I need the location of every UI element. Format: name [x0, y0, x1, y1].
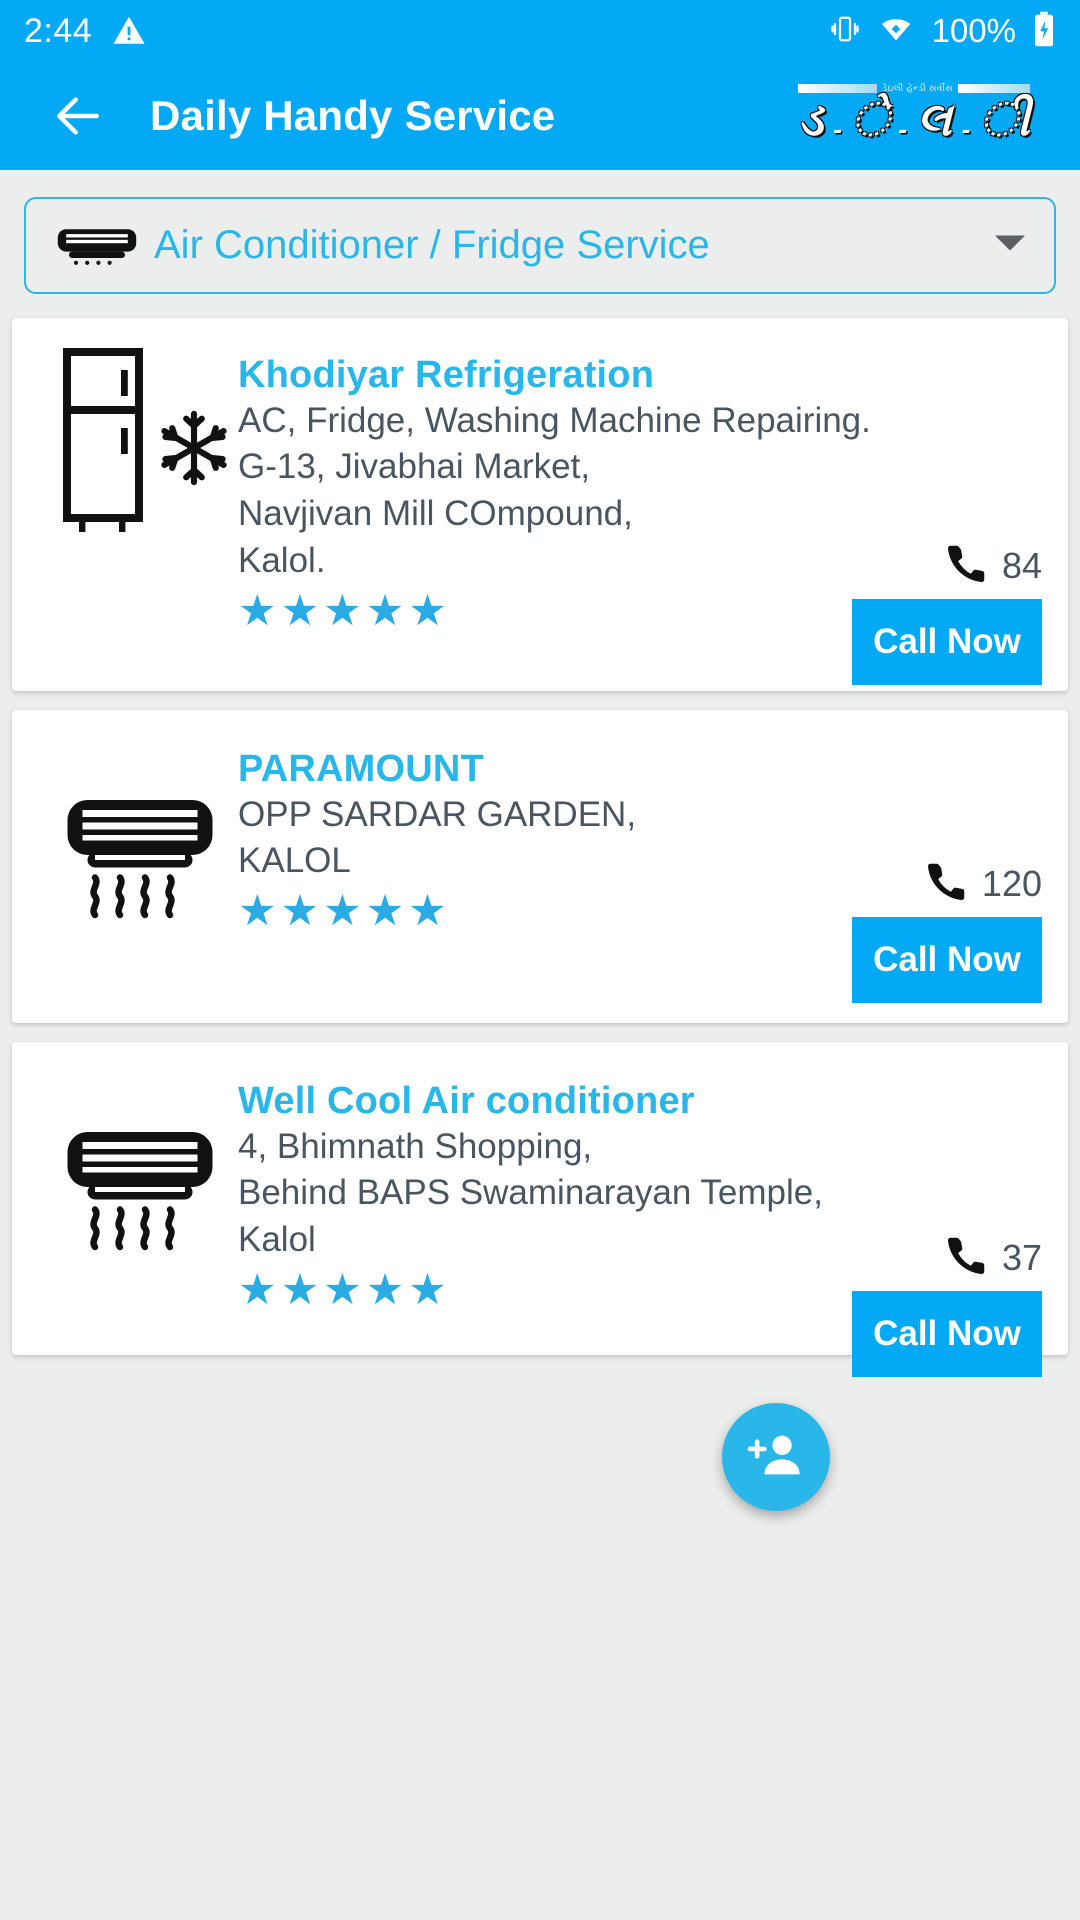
listing-name: Well Cool Air conditioner [238, 1080, 695, 1122]
star-icon: ★ [323, 586, 362, 635]
call-now-button[interactable]: Call Now [852, 917, 1042, 1003]
star-icon: ★ [280, 1265, 320, 1314]
call-block: 84 Call Now [852, 540, 1042, 685]
brand-logo: ડેઇલી હેન્ડી સર્વીસ ડ - ે - લ - ી [798, 82, 1030, 150]
call-block: 120 Call Now [852, 858, 1042, 1003]
listing-address-line: AC, Fridge, Washing Machine Repairing. [238, 400, 871, 440]
add-person-icon [747, 1426, 805, 1489]
star-icon: ★ [365, 1265, 405, 1314]
star-icon: ★ [238, 586, 277, 635]
star-icon: ★ [408, 887, 447, 936]
status-bar: 2:44 100% [0, 0, 1080, 62]
air-conditioner-airflow-icon [64, 795, 216, 925]
listing-address-line: Behind BAPS Swaminarayan Temple, [238, 1173, 823, 1213]
call-block: 37 Call Now [852, 1232, 1042, 1377]
star-icon: ★ [408, 1265, 447, 1314]
listing-card[interactable]: Well Cool Air conditioner 4, Bhimnath Sh… [12, 1042, 1068, 1377]
listing-name: PARAMOUNT [238, 748, 484, 790]
brand-logo-glyphs: ડ - ે - લ - ી [798, 96, 1030, 142]
refrigerator-snowflake-icon [57, 346, 233, 536]
listing-address-line: 4, Bhimnath Shopping, [238, 1126, 593, 1166]
listing-text: Khodiyar Refrigeration AC, Fridge, Washi… [238, 354, 871, 633]
air-conditioner-icon [52, 225, 142, 267]
warning-triangle-icon [112, 14, 146, 48]
rating-stars: ★ ★ ★ ★ ★ [238, 1265, 823, 1314]
brand-glyph-1: ડ [798, 93, 824, 145]
star-icon: ★ [365, 586, 405, 635]
listing-card[interactable]: PARAMOUNT OPP SARDAR GARDEN, KALOL ★ ★ ★… [12, 710, 1068, 1023]
rating-stars: ★ ★ ★ ★ ★ [238, 890, 636, 933]
battery-percent: 100% [931, 12, 1016, 49]
call-now-button[interactable]: Call Now [852, 599, 1042, 685]
star-icon: ★ [323, 1265, 362, 1314]
brand-bar-right [957, 84, 1030, 93]
phone-icon [944, 540, 990, 591]
category-dropdown[interactable]: Air Conditioner / Fridge Service [24, 197, 1056, 294]
phone-icon [944, 1232, 990, 1283]
chevron-down-icon[interactable] [992, 230, 1028, 261]
star-icon: ★ [238, 887, 277, 936]
back-arrow-icon[interactable] [50, 88, 106, 144]
call-count-row: 120 [852, 858, 1042, 909]
call-count-row: 37 [852, 1232, 1042, 1283]
star-icon: ★ [365, 887, 405, 936]
page-title: Daily Handy Service [150, 92, 556, 139]
brand-sep-3: - [961, 114, 971, 144]
star-icon: ★ [238, 1265, 277, 1314]
vibrate-icon [830, 12, 860, 51]
brand-sep-1: - [833, 114, 842, 144]
rating-stars: ★ ★ ★ ★ ★ [238, 586, 871, 635]
brand-glyph-3: લ [917, 93, 952, 145]
wifi-icon [876, 12, 916, 51]
brand-logo-bar: ડેઇલી હેન્ડી સર્વીસ [798, 83, 1030, 93]
air-conditioner-airflow-icon [64, 1127, 216, 1257]
listing-name: Khodiyar Refrigeration [238, 354, 655, 396]
star-icon: ★ [323, 887, 362, 936]
call-count: 37 [1001, 1236, 1042, 1278]
listing-card[interactable]: Khodiyar Refrigeration AC, Fridge, Washi… [12, 318, 1068, 691]
listing-address-line: Navjivan Mill COmpound, [238, 494, 633, 534]
call-now-button[interactable]: Call Now [852, 1291, 1042, 1377]
add-person-fab[interactable] [722, 1403, 830, 1511]
phone-icon [924, 858, 970, 909]
star-icon: ★ [408, 586, 447, 635]
listing-address-line: OPP SARDAR GARDEN, [238, 794, 637, 834]
listing-text: PARAMOUNT OPP SARDAR GARDEN, KALOL ★ ★ ★… [238, 748, 636, 933]
listing-address-line: KALOL [238, 841, 351, 881]
app-bar: Daily Handy Service ડેઇલી હેન્ડી સર્વીસ … [0, 62, 1080, 170]
brand-sep-2: - [898, 114, 907, 144]
listing-address-line: Kalol. [238, 540, 326, 580]
star-icon: ★ [280, 586, 320, 635]
brand-glyph-4: ી [980, 93, 1030, 145]
listing-address-line: G-13, Jivabhai Market, [238, 447, 591, 487]
call-count: 84 [1001, 544, 1042, 586]
category-selected-label: Air Conditioner / Fridge Service [154, 223, 710, 267]
app-screen: 2:44 100% Daily Handy Service ડેઇલી હેન્… [0, 0, 1080, 1920]
star-icon: ★ [280, 887, 320, 936]
listing-text: Well Cool Air conditioner 4, Bhimnath Sh… [238, 1080, 823, 1312]
call-count-row: 84 [852, 540, 1042, 591]
listing-address-line: Kalol [238, 1220, 316, 1260]
call-count: 120 [981, 862, 1042, 904]
brand-bar-left [798, 84, 878, 93]
status-time: 2:44 [24, 11, 93, 50]
battery-charging-icon [1032, 11, 1056, 52]
brand-glyph-2: ે [851, 93, 889, 145]
